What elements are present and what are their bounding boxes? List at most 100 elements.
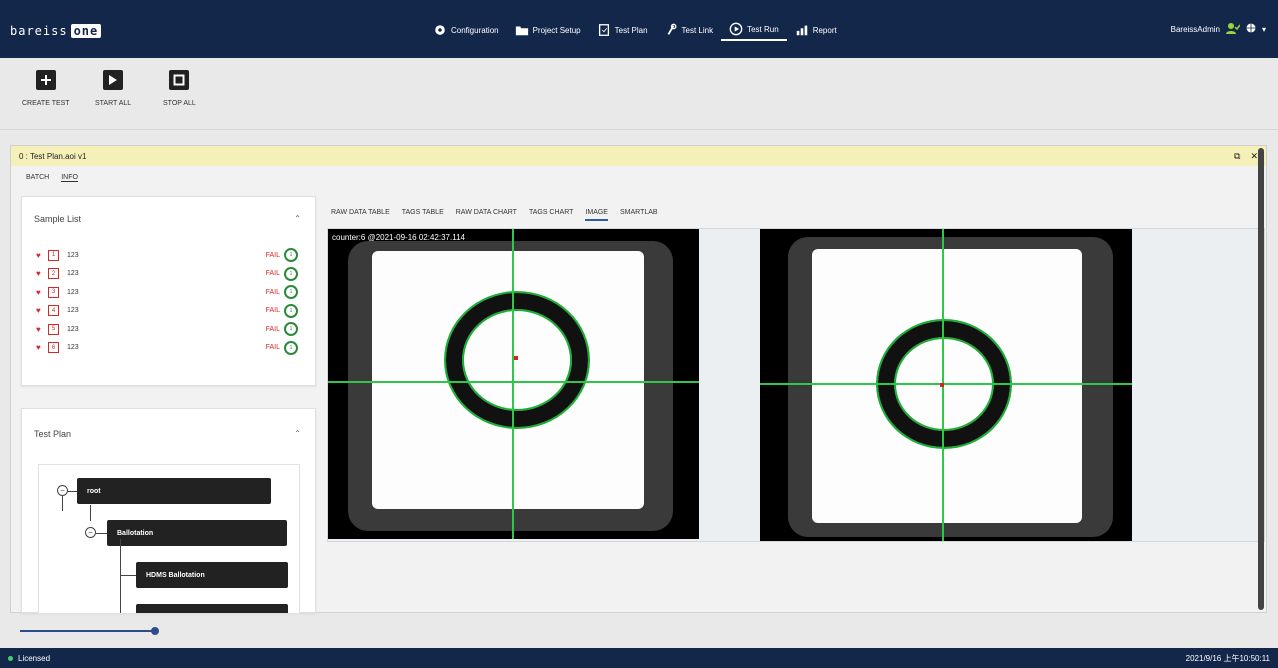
status-bar: Licensed 2021/9/16 上午10:50:11 (0, 648, 1278, 668)
sample-list-title: Sample List (34, 214, 82, 224)
tree-node-root[interactable]: root (77, 478, 271, 504)
sample-value: 123 (67, 288, 79, 296)
sample-row[interactable]: ♥ 6 123 FAIL 1 (36, 340, 298, 356)
node-label: HDMS Ballotation (146, 571, 205, 579)
tab-tags-table[interactable]: TAGS TABLE (402, 209, 444, 221)
chevron-up-icon[interactable]: ⌃ (294, 214, 301, 223)
nav-test-run[interactable]: Test Run (721, 19, 787, 41)
sample-value: 123 (67, 270, 79, 277)
start-all-button[interactable]: START ALL (95, 70, 131, 107)
stop-icon (169, 70, 190, 90)
bar-chart-icon (795, 23, 809, 37)
sample-index: 5 (48, 323, 59, 335)
result-ring-icon[interactable]: 1 (284, 248, 298, 262)
result-ring-icon[interactable]: 1 (284, 285, 298, 299)
nav-configuration[interactable]: Configuration (425, 19, 507, 41)
license-status: Licensed (8, 654, 50, 663)
action-toolbar: CREATE TEST START ALL STOP ALL (0, 58, 1278, 130)
test-plan-tree: − root − Ballotation HDMS Ballotation (38, 464, 300, 614)
sample-value: 123 (67, 307, 79, 314)
tag-icon: ♥ (36, 287, 41, 297)
slider-track[interactable] (20, 630, 156, 632)
tab-tags-chart[interactable]: TAGS CHART (529, 209, 573, 221)
tab-batch[interactable]: BATCH (26, 174, 49, 182)
sample-value: 123 (67, 251, 79, 259)
user-menu[interactable]: BareissAdmin ▾ (1171, 22, 1266, 36)
collapse-toggle[interactable]: − (57, 485, 68, 496)
sample-index: 3 (48, 286, 59, 298)
tab-raw-data-table[interactable]: RAW DATA TABLE (331, 209, 390, 221)
tree-node-ballotation[interactable]: Ballotation (107, 520, 287, 546)
close-icon[interactable]: ✕ (1250, 151, 1258, 162)
tab-image[interactable]: IMAGE (585, 209, 608, 221)
slider-handle[interactable] (151, 627, 159, 635)
sample-row[interactable]: ♥ 1 123 FAIL 1 (36, 247, 298, 263)
sample-index: 1 (48, 249, 59, 261)
vertical-scrollbar[interactable] (1258, 148, 1264, 610)
test-panel: 0 : Test Plan.aoi v1 ⧉ ✕ BATCH INFO Samp… (10, 145, 1267, 614)
sample-status: FAIL (265, 325, 280, 333)
result-ring-icon[interactable]: 1 (284, 266, 298, 281)
nav-test-link[interactable]: Test Link (656, 19, 722, 41)
camera-image-right[interactable] (760, 229, 1132, 541)
panel-header: 0 : Test Plan.aoi v1 ⧉ ✕ (11, 146, 1266, 166)
sample-index: 6 (48, 342, 59, 353)
sample-row[interactable]: ♥ 2 123 FAIL 1 (36, 266, 298, 282)
nav-test-plan[interactable]: Test Plan (589, 19, 656, 41)
sample-status: FAIL (265, 307, 280, 314)
external-link-icon[interactable]: ⧉ (1234, 151, 1240, 162)
sample-status: FAIL (265, 344, 280, 351)
detected-circle (446, 293, 588, 427)
gear-icon (433, 23, 447, 37)
tree-connector (68, 491, 77, 492)
chevron-up-icon[interactable]: ⌃ (294, 429, 301, 438)
chevron-down-icon[interactable]: ▾ (1262, 25, 1266, 34)
nav-label: Configuration (451, 25, 499, 35)
collapse-toggle[interactable]: − (85, 527, 96, 538)
tab-raw-data-chart[interactable]: RAW DATA CHART (456, 209, 517, 221)
camera-image-left[interactable]: counter:6 @2021-09-16 02:42:37.114 (328, 229, 699, 539)
sample-value: 123 (67, 325, 79, 333)
tree-node-hdms-ballotation[interactable]: HDMS Ballotation (136, 562, 288, 588)
test-plan-title: Test Plan (34, 429, 72, 439)
tag-icon: ♥ (36, 269, 41, 278)
timeline-slider[interactable] (0, 618, 1278, 642)
nav-report[interactable]: Report (787, 19, 845, 41)
sample-row[interactable]: ♥ 3 123 FAIL 1 (36, 284, 298, 300)
clipboard-icon (597, 23, 611, 37)
create-test-button[interactable]: CREATE TEST (22, 70, 70, 107)
app-logo[interactable]: bareiss one (10, 24, 102, 38)
nav-label: Test Run (747, 24, 779, 34)
tab-info[interactable]: INFO (61, 174, 78, 182)
sample-status: FAIL (265, 251, 280, 259)
link-icon (664, 23, 678, 37)
stop-all-button[interactable]: STOP ALL (163, 70, 196, 107)
sample-row[interactable]: ♥ 4 123 FAIL 1 (36, 303, 298, 319)
node-label: Ballotation (117, 529, 154, 537)
result-ring-icon[interactable]: 1 (284, 303, 298, 318)
result-ring-icon[interactable]: 1 (284, 340, 298, 355)
result-ring-icon[interactable]: 1 (284, 322, 298, 336)
sample-index: 4 (48, 305, 59, 316)
sample-value: 123 (67, 344, 79, 351)
sample-row[interactable]: ♥ 5 123 FAIL 1 (36, 321, 298, 337)
create-test-label: CREATE TEST (22, 100, 70, 107)
image-caption: counter:6 @2021-09-16 02:42:37.114 (332, 233, 465, 242)
logo-text: bareiss (10, 24, 68, 38)
panel-tabs: BATCH INFO (26, 174, 78, 182)
tab-smartlab[interactable]: SMARTLAB (620, 209, 658, 221)
nav-project-setup[interactable]: Project Setup (507, 19, 589, 41)
plus-icon (35, 70, 56, 90)
tag-icon: ♥ (36, 250, 41, 260)
crosshair-vertical (512, 229, 514, 539)
crosshair-horizontal (328, 381, 699, 383)
nav-label: Report (812, 25, 837, 35)
data-view-tabs: RAW DATA TABLE TAGS TABLE RAW DATA CHART… (331, 209, 658, 221)
image-viewer: counter:6 @2021-09-16 02:42:37.114 (327, 228, 1265, 542)
tree-connector (96, 533, 107, 534)
tree-connector (90, 505, 91, 521)
tag-icon: ♥ (36, 343, 41, 352)
globe-icon[interactable] (1246, 23, 1256, 35)
main-nav: Configuration Project Setup Test Plan Te… (425, 19, 845, 41)
tree-node-more[interactable] (136, 604, 288, 613)
